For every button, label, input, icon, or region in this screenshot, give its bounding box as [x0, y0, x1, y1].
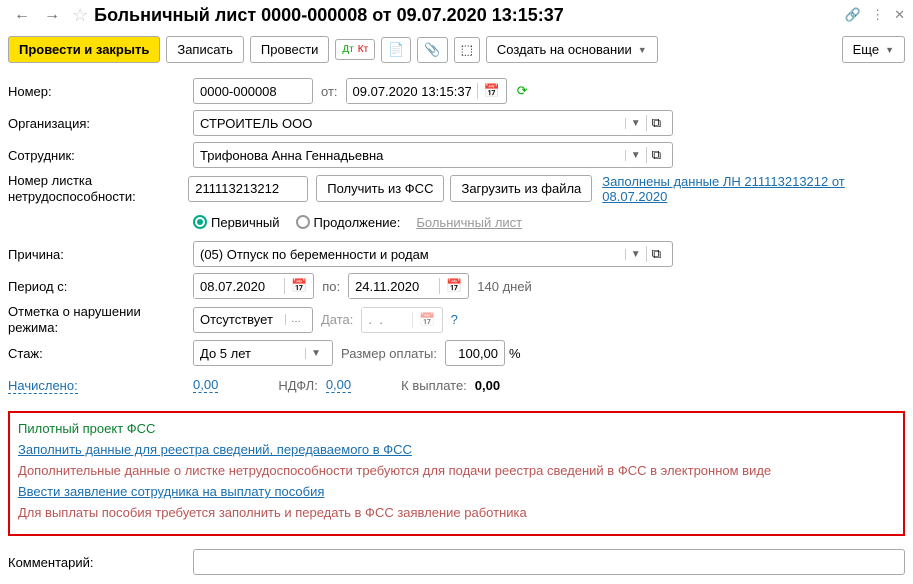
- more-button[interactable]: Еще▼: [842, 36, 905, 63]
- percent-label: %: [505, 346, 525, 361]
- comment-label: Комментарий:: [8, 555, 193, 570]
- create-based-button[interactable]: Создать на основании▼: [486, 36, 658, 63]
- link-icon[interactable]: 🔗: [845, 7, 861, 23]
- post-close-button[interactable]: Провести и закрыть: [8, 36, 160, 63]
- filled-ln-link[interactable]: Заполнены данные ЛН 211113213212 от 08.0…: [602, 174, 905, 204]
- reason-label: Причина:: [8, 247, 193, 262]
- emp-input[interactable]: Трифонова Анна Геннадьевна: [200, 148, 625, 163]
- violation-dd-icon[interactable]: …: [285, 314, 306, 325]
- period-to-input[interactable]: [349, 275, 439, 298]
- cal-icon[interactable]: 📅: [284, 278, 313, 294]
- enter-app-link[interactable]: Ввести заявление сотрудника на выплату п…: [18, 484, 324, 499]
- accrued-label[interactable]: Начислено:: [8, 378, 78, 394]
- violation-label: Отметка о нарушении режима:: [8, 304, 193, 335]
- calendar-icon[interactable]: 📅: [477, 83, 506, 99]
- org-label: Организация:: [8, 116, 193, 131]
- refresh-icon[interactable]: ⟳: [517, 83, 528, 99]
- cal-icon: 📅: [412, 312, 441, 328]
- pilot-title: Пилотный проект ФСС: [18, 421, 895, 436]
- reason-input[interactable]: (05) Отпуск по беременности и родам: [200, 247, 625, 262]
- reason-dropdown-icon[interactable]: ▼: [625, 249, 646, 260]
- violation-date-input: [362, 308, 412, 331]
- violation-date-label: Дата:: [321, 312, 353, 327]
- window-title: Больничный лист 0000-000008 от 09.07.202…: [94, 5, 839, 26]
- attach-icon-button[interactable]: 📎: [417, 37, 447, 63]
- doc-icon-button[interactable]: 📄: [381, 37, 411, 63]
- pay-size-input[interactable]: [445, 340, 505, 366]
- get-fss-button[interactable]: Получить из ФСС: [316, 175, 444, 202]
- sheet-no-input[interactable]: [188, 176, 308, 202]
- fill-registry-link[interactable]: Заполнить данные для реестра сведений, п…: [18, 442, 412, 457]
- number-label: Номер:: [8, 84, 193, 99]
- emp-open-icon[interactable]: ⧉: [646, 147, 666, 163]
- org-input[interactable]: СТРОИТЕЛЬ ООО: [200, 116, 625, 131]
- write-button[interactable]: Записать: [166, 36, 244, 63]
- ndfl-value[interactable]: 0,00: [326, 377, 351, 393]
- struct-icon-button[interactable]: ⬚: [454, 37, 480, 63]
- period-from-input[interactable]: [194, 275, 284, 298]
- payout-label: К выплате:: [401, 378, 467, 393]
- payout-value: 0,00: [475, 378, 500, 393]
- stazh-dd-icon[interactable]: ▼: [305, 348, 326, 359]
- pilot-note2: Для выплаты пособия требуется заполнить …: [18, 505, 895, 520]
- pilot-note1: Дополнительные данные о листке нетрудосп…: [18, 463, 895, 478]
- from-label: от:: [321, 84, 338, 99]
- favorite-star-icon[interactable]: ☆: [72, 5, 88, 26]
- period-label: Период с:: [8, 279, 193, 294]
- sheet-no-label: Номер листка нетрудоспособности:: [8, 173, 188, 204]
- stazh-label: Стаж:: [8, 346, 193, 361]
- date-input[interactable]: [347, 80, 477, 103]
- nav-fwd-icon[interactable]: →: [38, 4, 66, 26]
- days-text: 140 дней: [477, 279, 532, 294]
- reason-open-icon[interactable]: ⧉: [646, 246, 666, 262]
- emp-label: Сотрудник:: [8, 148, 193, 163]
- emp-dropdown-icon[interactable]: ▼: [625, 150, 646, 161]
- help-icon[interactable]: ?: [451, 312, 458, 327]
- pilot-fss-box: Пилотный проект ФСС Заполнить данные для…: [8, 411, 905, 536]
- accrued-value[interactable]: 0,00: [193, 377, 218, 393]
- org-dropdown-icon[interactable]: ▼: [625, 118, 646, 129]
- post-button[interactable]: Провести: [250, 36, 330, 63]
- ndfl-label: НДФЛ:: [278, 378, 318, 393]
- comment-input[interactable]: [193, 549, 905, 575]
- close-icon[interactable]: ✕: [894, 7, 905, 23]
- violation-input[interactable]: Отсутствует: [200, 312, 285, 327]
- number-input[interactable]: [193, 78, 313, 104]
- primary-radio[interactable]: Первичный: [193, 215, 280, 230]
- period-to-label: по:: [322, 279, 340, 294]
- org-open-icon[interactable]: ⧉: [646, 115, 666, 131]
- load-file-button[interactable]: Загрузить из файла: [450, 175, 592, 202]
- cal-icon[interactable]: 📅: [439, 278, 468, 294]
- nav-back-icon[interactable]: ←: [8, 4, 36, 26]
- stazh-input[interactable]: До 5 лет: [200, 346, 305, 361]
- pay-size-label: Размер оплаты:: [341, 346, 437, 361]
- dt-kt-button[interactable]: ДтКт: [335, 39, 375, 60]
- sick-sheet-link: Больничный лист: [416, 215, 522, 230]
- menu-dots-icon[interactable]: ⋮: [871, 7, 884, 23]
- continuation-radio[interactable]: Продолжение:: [296, 215, 401, 230]
